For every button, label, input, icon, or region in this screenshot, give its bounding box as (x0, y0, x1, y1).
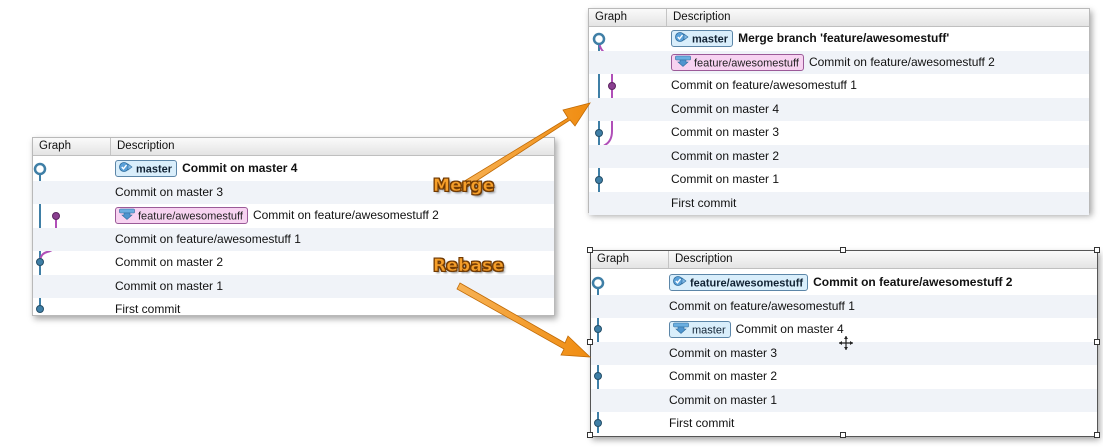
rebase-arrow (456, 282, 592, 358)
merge-label: Merge (433, 176, 495, 197)
rebase-label: Rebase (433, 256, 505, 277)
transition-arrows (456, 102, 592, 358)
